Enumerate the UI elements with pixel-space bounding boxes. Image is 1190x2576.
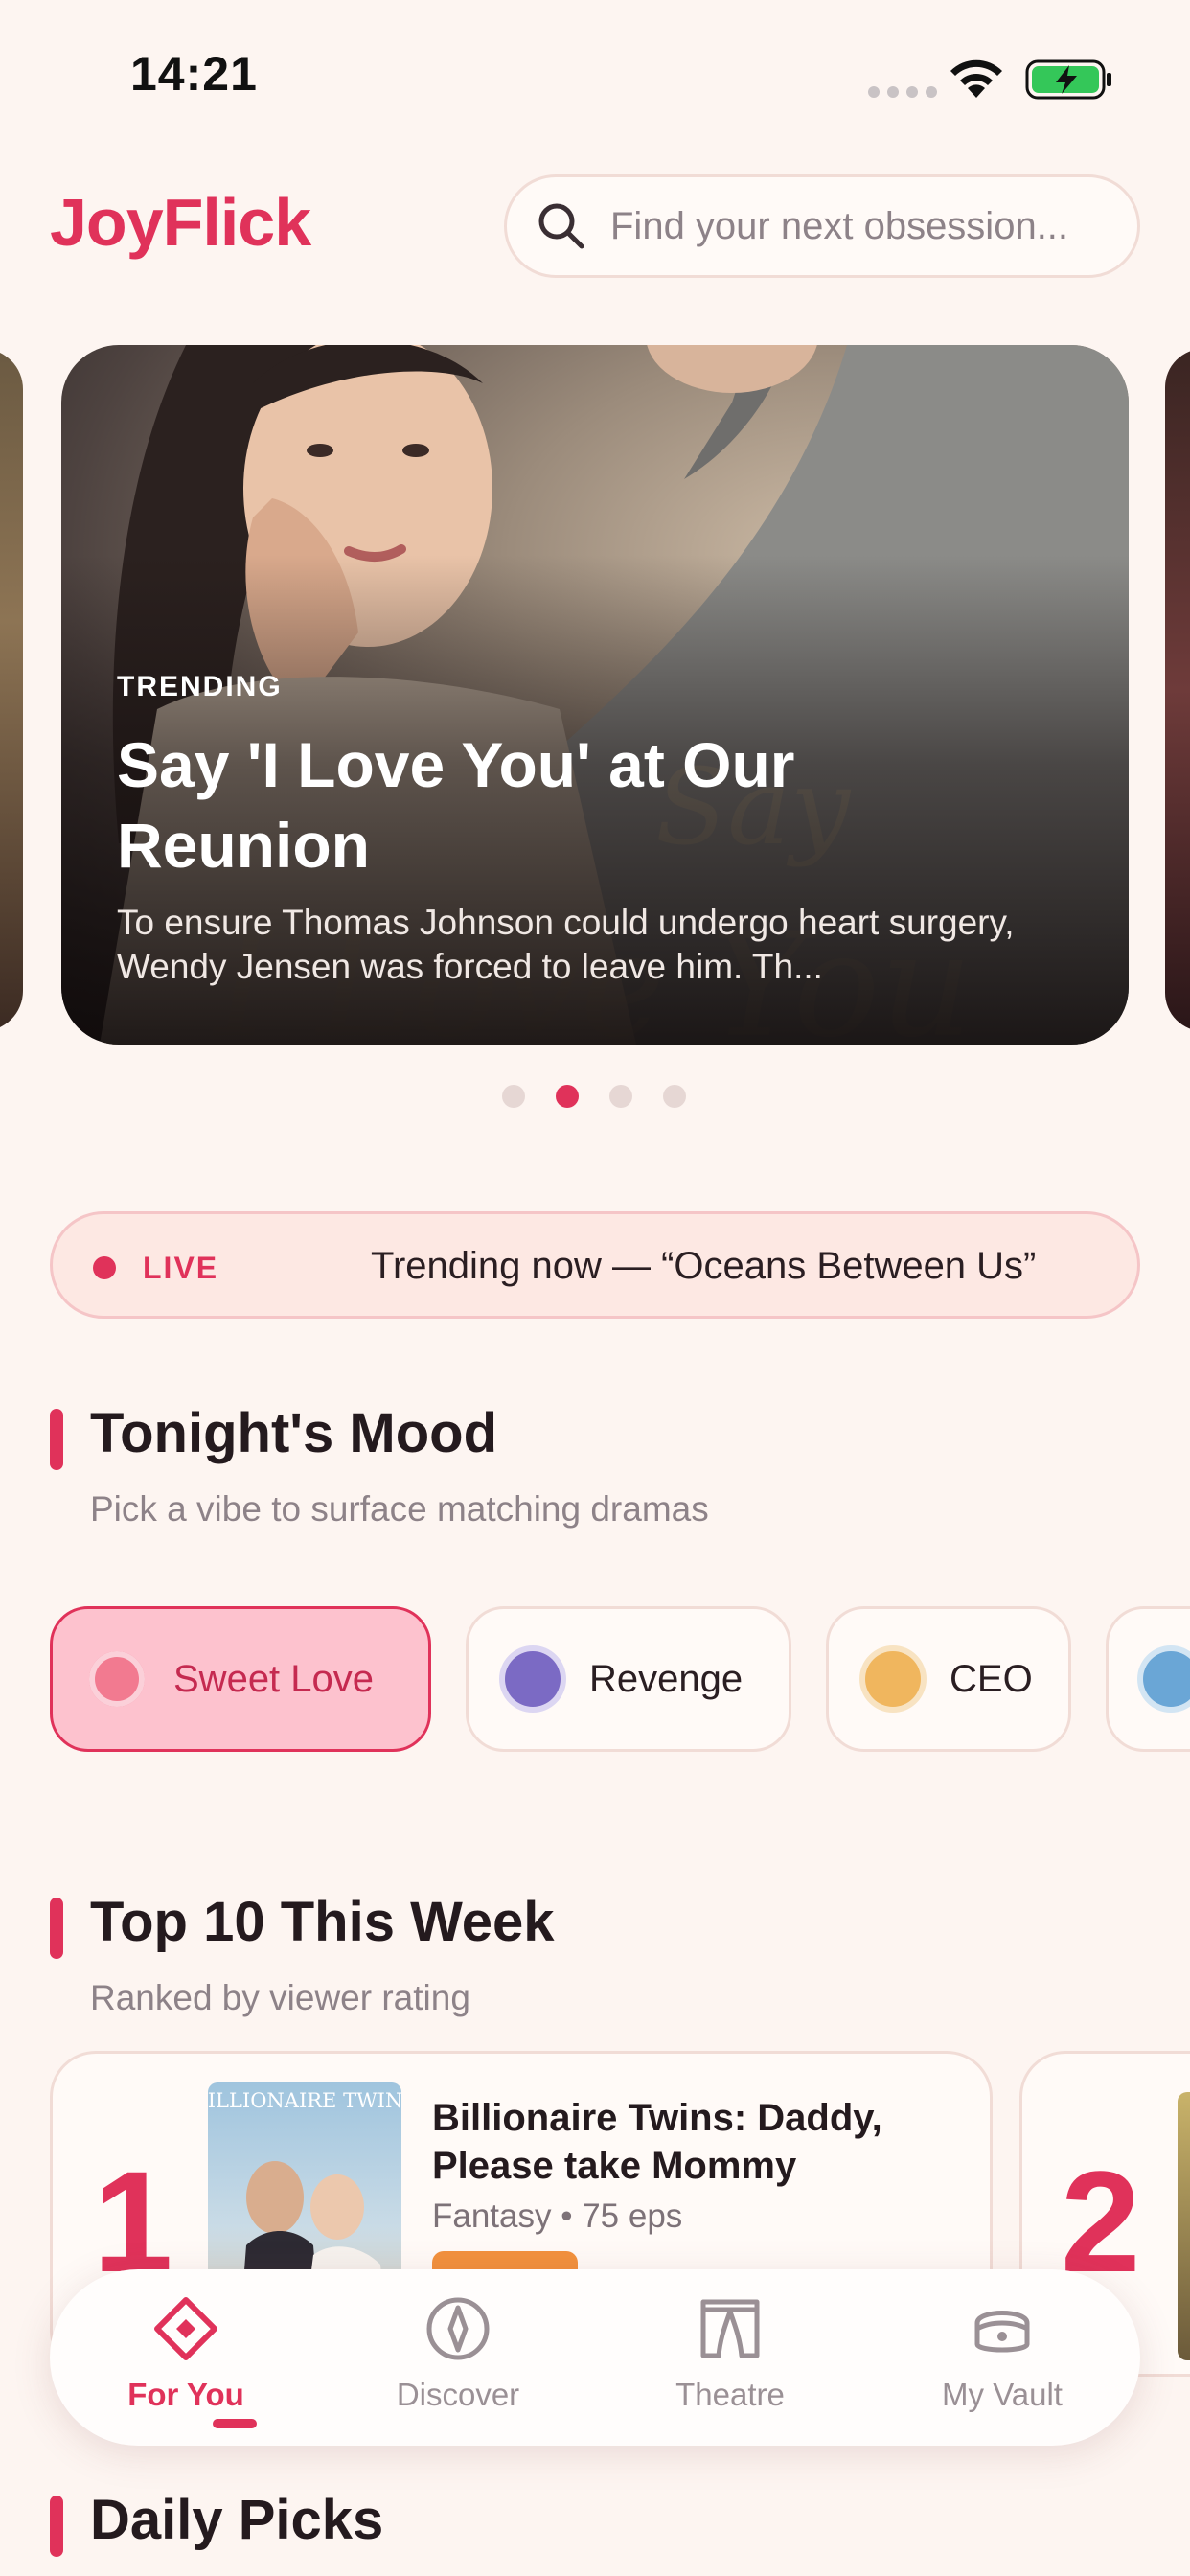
wifi-icon xyxy=(950,59,1002,98)
nav-theatre[interactable]: Theatre xyxy=(625,2294,835,2428)
hero-description: To ensure Thomas Johnson could undergo h… xyxy=(117,903,1015,986)
app-logo[interactable]: JoyFlick xyxy=(50,184,311,261)
mood-dot-icon xyxy=(89,1651,145,1707)
section-accent-bar xyxy=(50,1898,63,1959)
section-accent-bar xyxy=(50,1409,63,1470)
mood-chip-revenge[interactable]: Revenge xyxy=(466,1606,791,1752)
mood-dot-icon xyxy=(1143,1651,1190,1707)
status-time: 14:21 xyxy=(130,47,258,101)
search-input[interactable]: Find your next obsession... xyxy=(504,174,1140,278)
nav-my-vault[interactable]: My Vault xyxy=(897,2294,1108,2428)
hero-tag: TRENDING xyxy=(117,671,283,702)
battery-charging-icon xyxy=(1025,59,1111,100)
carousel-dot-active[interactable] xyxy=(556,1085,579,1108)
search-icon xyxy=(538,203,584,249)
hero-banner[interactable]: Say I Love You TRENDING Say 'I Love You'… xyxy=(61,345,1129,1045)
top10-section-subtitle: Ranked by viewer rating xyxy=(90,1978,470,2017)
mood-section-subtitle: Pick a vibe to surface matching dramas xyxy=(90,1489,709,1529)
carousel-prev-card[interactable] xyxy=(0,349,23,1031)
daily-section-title: Daily Picks xyxy=(90,2489,384,2551)
carousel-dot[interactable] xyxy=(609,1085,632,1108)
app-root: 14:21 JoyFlick Find your next obsession.… xyxy=(0,0,1190,2576)
carousel-dot[interactable] xyxy=(502,1085,525,1108)
cover-title-text: BILLIONAIRE TWINS xyxy=(208,2089,401,2112)
top10-section-title: Top 10 This Week xyxy=(90,1891,555,1953)
drama-cover-image xyxy=(1178,2092,1190,2360)
mood-chip-ceo[interactable]: CEO xyxy=(826,1606,1071,1752)
mood-chip-more[interactable] xyxy=(1106,1606,1190,1752)
section-accent-bar xyxy=(50,2496,63,2557)
mood-chip-label: Revenge xyxy=(589,1657,744,1700)
carousel-next-card[interactable] xyxy=(1165,349,1190,1031)
mood-chip-sweet-love[interactable]: Sweet Love xyxy=(50,1606,431,1752)
bottom-nav: For You Discover Theatre My Vault xyxy=(50,2269,1140,2446)
live-text: Trending now — “Oceans Between Us” xyxy=(371,1245,1037,1287)
search-placeholder: Find your next obsession... xyxy=(610,204,1069,247)
nav-label: Theatre xyxy=(675,2377,785,2412)
mood-dot-icon xyxy=(865,1651,921,1707)
drama-meta: Fantasy • 75 eps xyxy=(432,2197,683,2235)
live-dot-icon xyxy=(93,1256,116,1279)
hero-title: Say 'I Love You' at Our Reunion xyxy=(117,729,795,881)
nav-label: For You xyxy=(127,2377,244,2412)
nav-active-indicator xyxy=(213,2419,257,2428)
curtain-icon xyxy=(700,2299,760,2358)
nav-label: Discover xyxy=(396,2377,520,2412)
live-label: LIVE xyxy=(143,1251,219,1285)
status-bar: 14:21 xyxy=(0,0,1190,153)
mood-dot-icon xyxy=(505,1651,561,1707)
vault-icon xyxy=(974,2311,1030,2353)
diamond-icon xyxy=(154,2297,217,2360)
mood-section-title: Tonight's Mood xyxy=(90,1402,498,1464)
mood-chip-label: CEO xyxy=(950,1657,1033,1700)
mood-chip-label: Sweet Love xyxy=(173,1657,375,1700)
nav-label: My Vault xyxy=(942,2377,1063,2412)
drama-title: Billionaire Twins: Daddy, Please take Mo… xyxy=(432,2097,882,2187)
carousel-dot[interactable] xyxy=(663,1085,686,1108)
live-ticker[interactable]: LIVE Trending now — “Oceans Between Us” xyxy=(50,1211,1140,1319)
nav-discover[interactable]: Discover xyxy=(353,2294,563,2428)
cellular-signal-icon xyxy=(868,86,937,98)
compass-icon xyxy=(426,2297,490,2360)
carousel-indicator xyxy=(502,1085,686,1108)
nav-for-you[interactable]: For You xyxy=(80,2294,291,2428)
